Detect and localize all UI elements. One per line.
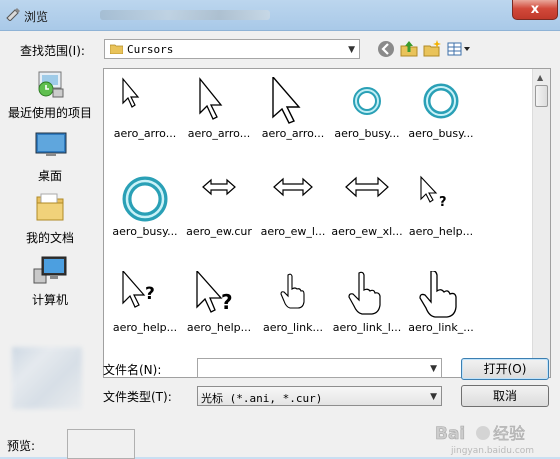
desktop-icon	[35, 132, 67, 156]
file-name: aero_arro...	[187, 127, 251, 140]
preview-label: 预览:	[7, 439, 36, 453]
recent-places-icon	[38, 71, 64, 98]
file-item[interactable]: ? aero_help...	[182, 267, 256, 363]
places-bar: 最近使用的项目 桌面 我的文档 计算机	[0, 67, 100, 409]
file-item[interactable]: aero_link...	[256, 267, 330, 363]
filetype-label: 文件类型(T):	[103, 390, 172, 404]
file-name: aero_help...	[408, 225, 474, 238]
back-icon[interactable]	[376, 39, 396, 59]
place-label: 我的文档	[25, 231, 74, 245]
browse-window-icon	[6, 8, 20, 21]
vertical-scrollbar[interactable]: ▲	[532, 69, 550, 377]
file-item[interactable]: aero_busy...	[330, 73, 404, 169]
file-item[interactable]: aero_link_l...	[330, 267, 404, 363]
file-item[interactable]: aero_arro...	[108, 73, 182, 169]
file-name: aero_link_l...	[332, 321, 402, 334]
filename-label: 文件名(N):	[103, 363, 162, 377]
view-menu-icon[interactable]	[446, 39, 472, 59]
file-list[interactable]: aero_arro... aero_arro... aero_arro... a…	[103, 68, 551, 378]
file-name: aero_ew_xl...	[331, 225, 403, 238]
chevron-down-icon[interactable]: ▼	[430, 364, 437, 374]
documents-icon	[36, 193, 64, 221]
computer-icon	[33, 256, 67, 284]
svg-text:Bai: Bai	[435, 424, 465, 444]
svg-text:jingyan.baidu.com: jingyan.baidu.com	[450, 446, 534, 456]
place-label: 最近使用的项目	[7, 106, 92, 120]
svg-text:?: ?	[439, 195, 447, 210]
file-name: aero_help...	[186, 321, 252, 334]
file-name: aero_ew_l...	[260, 225, 326, 238]
file-item[interactable]: aero_ew_l...	[256, 171, 330, 267]
title-bar: 浏览 x	[0, 0, 560, 31]
dialog-client: 查找范围(I): Cursors ▼ 最近使用的项目 桌面 我的文档 计算机 a…	[0, 31, 560, 459]
file-name: aero_busy...	[112, 225, 178, 238]
blurred-title-region	[100, 10, 270, 20]
file-name: aero_link...	[263, 321, 323, 334]
file-name: aero_busy...	[334, 127, 400, 140]
file-name: aero_arro...	[261, 127, 325, 140]
look-in-combo[interactable]: Cursors ▼	[104, 39, 360, 59]
file-item[interactable]: aero_busy...	[108, 171, 182, 267]
close-button[interactable]: x	[512, 0, 558, 20]
scroll-thumb[interactable]	[535, 85, 548, 107]
place-label: 计算机	[31, 293, 68, 307]
file-item[interactable]: aero_busy...	[404, 73, 478, 169]
file-item[interactable]: aero_arro...	[256, 73, 330, 169]
filetype-value: 光标 (*.ani, *.cur)	[201, 392, 323, 405]
file-name: aero_arro...	[113, 127, 177, 140]
look-in-label: 查找范围(I):	[20, 44, 85, 58]
folder-icon	[110, 44, 123, 54]
chevron-down-icon[interactable]: ▼	[348, 45, 355, 55]
file-item[interactable]: ? aero_help...	[108, 267, 182, 363]
blurred-region	[12, 347, 82, 409]
cancel-button[interactable]: 取消	[461, 385, 549, 407]
filetype-select[interactable]: 光标 (*.ani, *.cur) ▼	[197, 386, 442, 406]
window-title: 浏览	[24, 10, 49, 24]
filename-field[interactable]: ▼	[197, 358, 442, 378]
svg-text:经验: 经验	[493, 424, 525, 443]
svg-text:?: ?	[145, 284, 155, 304]
baidu-watermark-logo: Bai 经验 jingyan.baidu.com	[435, 424, 534, 456]
preview-box	[67, 429, 135, 459]
look-in-value: Cursors	[127, 43, 174, 56]
chevron-down-icon[interactable]: ▼	[430, 392, 437, 402]
file-name: aero_link_...	[408, 321, 474, 334]
file-item[interactable]: aero_arro...	[182, 73, 256, 169]
file-name: aero_help...	[112, 321, 178, 334]
new-folder-icon[interactable]	[422, 39, 442, 59]
open-button[interactable]: 打开(O)	[461, 358, 549, 380]
file-item[interactable]: aero_ew_xl...	[330, 171, 404, 267]
scroll-up-icon[interactable]: ▲	[537, 73, 543, 82]
file-name: aero_ew.cur	[186, 225, 252, 238]
file-item[interactable]: ? aero_help...	[404, 171, 478, 267]
place-label: 桌面	[37, 169, 62, 183]
file-name: aero_busy...	[408, 127, 474, 140]
svg-text:?: ?	[221, 290, 233, 314]
file-item[interactable]: aero_ew.cur	[182, 171, 256, 267]
up-folder-icon[interactable]	[399, 39, 419, 59]
file-item[interactable]: aero_link_...	[404, 267, 478, 363]
